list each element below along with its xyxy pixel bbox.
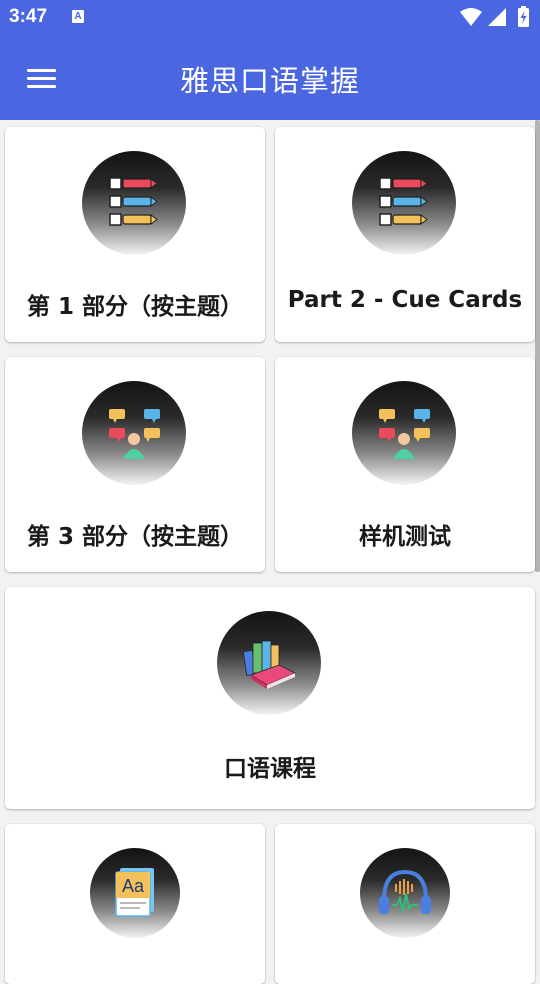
card-part-1[interactable]: 第 1 部分（按主题） xyxy=(5,127,265,342)
app-bar: 雅思口语掌握 xyxy=(0,36,540,120)
card-mock-test[interactable]: 样机测试 xyxy=(275,357,535,572)
status-bar: 3:47 A xyxy=(0,0,540,36)
conversation-person-icon xyxy=(352,381,456,485)
vocabulary-cards-icon: Aa xyxy=(90,848,180,938)
card-label: 第 1 部分（按主题） xyxy=(26,294,244,320)
notification-icon: A xyxy=(72,10,84,23)
battery-icon xyxy=(518,6,529,27)
status-icons xyxy=(460,6,529,27)
numbered-list-icon xyxy=(352,151,456,255)
card-label: 样机测试 xyxy=(359,524,451,550)
status-time: 3:47 xyxy=(9,6,48,27)
wifi-icon xyxy=(460,8,482,26)
card-label: 第 3 部分（按主题） xyxy=(26,524,244,550)
card-speaking-course[interactable]: 口语课程 xyxy=(5,587,535,809)
card-audio[interactable] xyxy=(275,824,535,984)
conversation-person-icon xyxy=(82,381,186,485)
card-part-3[interactable]: 第 3 部分（按主题） xyxy=(5,357,265,572)
card-label: Part 2 - Cue Cards xyxy=(287,287,523,313)
scrollbar[interactable] xyxy=(535,120,540,572)
headphones-audio-icon xyxy=(360,848,450,938)
svg-text:Aa: Aa xyxy=(122,876,145,896)
app-title: 雅思口语掌握 xyxy=(179,64,360,98)
numbered-list-icon xyxy=(82,151,186,255)
card-vocabulary[interactable]: Aa xyxy=(5,824,265,984)
card-part-2[interactable]: Part 2 - Cue Cards xyxy=(275,127,535,342)
books-icon xyxy=(217,611,321,715)
card-label: 口语课程 xyxy=(224,756,316,782)
signal-icon xyxy=(488,8,506,26)
